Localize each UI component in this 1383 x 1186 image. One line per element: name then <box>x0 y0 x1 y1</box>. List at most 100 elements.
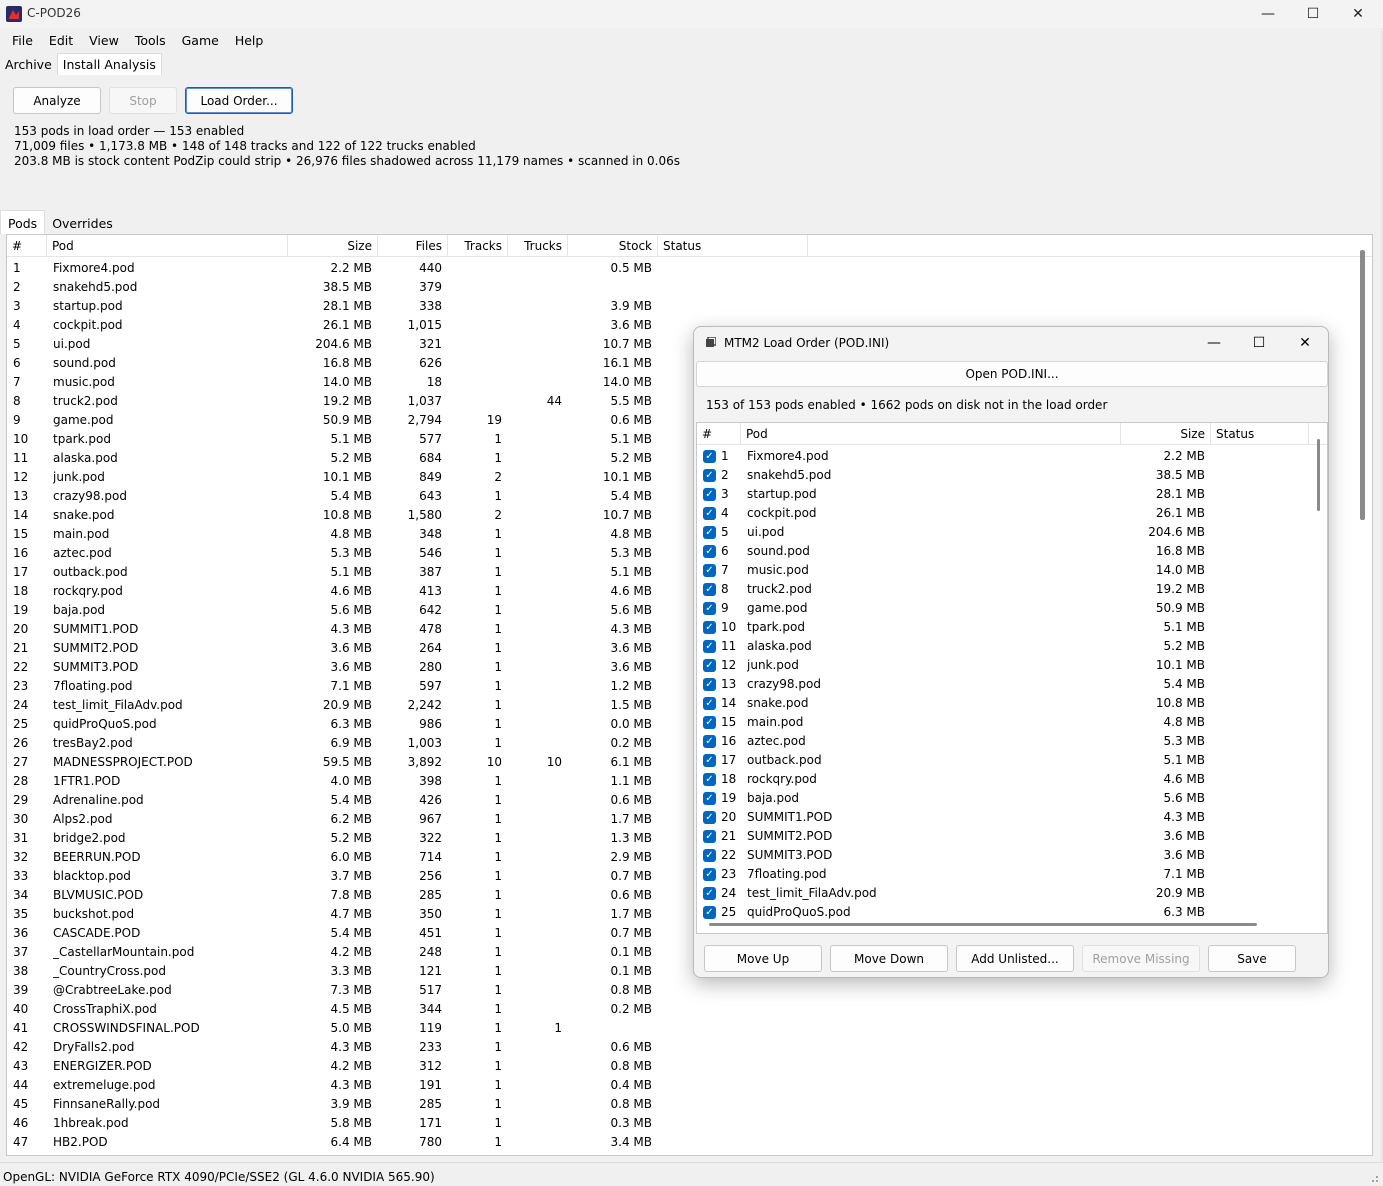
enabled-checkbox[interactable]: ✓ <box>703 507 716 520</box>
enabled-checkbox[interactable]: ✓ <box>703 754 716 767</box>
list-item[interactable]: ✓ 25 quidProQuoS.pod 6.3 MB <box>697 903 1317 922</box>
enabled-checkbox[interactable]: ✓ <box>703 640 716 653</box>
load-order-vscrollbar[interactable] <box>1317 439 1320 511</box>
menu-game[interactable]: Game <box>174 30 227 52</box>
table-row[interactable]: 44 extremeluge.pod 4.3 MB 191 1 0.4 MB <box>7 1076 827 1095</box>
menu-help[interactable]: Help <box>227 30 272 52</box>
table-row[interactable]: 3 startup.pod 28.1 MB 338 3.9 MB <box>7 297 827 316</box>
load-order-button[interactable]: Load Order... <box>185 87 293 114</box>
list-item[interactable]: ✓ 19 baja.pod 5.6 MB <box>697 789 1317 808</box>
list-item[interactable]: ✓ 4 cockpit.pod 26.1 MB <box>697 504 1317 523</box>
list-item[interactable]: ✓ 16 aztec.pod 5.3 MB <box>697 732 1317 751</box>
load-order-hscrollbar[interactable] <box>709 923 1257 926</box>
col-trucks[interactable]: Trucks <box>508 235 568 257</box>
maximize-button[interactable]: ☐ <box>1290 0 1336 28</box>
table-row[interactable]: 39 @CrabtreeLake.pod 7.3 MB 517 1 0.8 MB <box>7 981 827 1000</box>
col-num[interactable]: # <box>697 423 741 445</box>
list-item[interactable]: ✓ 9 game.pod 50.9 MB <box>697 599 1317 618</box>
list-item[interactable]: ✓ 2 snakehd5.pod 38.5 MB <box>697 466 1317 485</box>
list-item[interactable]: ✓ 21 SUMMIT2.POD 3.6 MB <box>697 827 1317 846</box>
dialog-minimize-button[interactable]: — <box>1191 327 1237 359</box>
list-item[interactable]: ✓ 22 SUMMIT3.POD 3.6 MB <box>697 846 1317 865</box>
list-item[interactable]: ✓ 20 SUMMIT1.POD 4.3 MB <box>697 808 1317 827</box>
list-item[interactable]: ✓ 18 rockqry.pod 4.6 MB <box>697 770 1317 789</box>
enabled-checkbox[interactable]: ✓ <box>703 906 716 919</box>
move-up-button[interactable]: Move Up <box>704 945 822 972</box>
tab-overrides[interactable]: Overrides <box>45 212 120 234</box>
enabled-checkbox[interactable]: ✓ <box>703 526 716 539</box>
col-size[interactable]: Size <box>1121 423 1211 445</box>
enabled-checkbox[interactable]: ✓ <box>703 830 716 843</box>
close-button[interactable]: ✕ <box>1335 0 1381 28</box>
enabled-checkbox[interactable]: ✓ <box>703 849 716 862</box>
menu-tools[interactable]: Tools <box>127 30 174 52</box>
enabled-checkbox[interactable]: ✓ <box>703 792 716 805</box>
list-item[interactable]: ✓ 5 ui.pod 204.6 MB <box>697 523 1317 542</box>
list-item[interactable]: ✓ 24 test_limit_FilaAdv.pod 20.9 MB <box>697 884 1317 903</box>
list-item[interactable]: ✓ 14 snake.pod 10.8 MB <box>697 694 1317 713</box>
table-row[interactable]: 47 HB2.POD 6.4 MB 780 1 3.4 MB <box>7 1133 827 1152</box>
enabled-checkbox[interactable]: ✓ <box>703 887 716 900</box>
list-item[interactable]: ✓ 1 Fixmore4.pod 2.2 MB <box>697 447 1317 466</box>
table-row[interactable]: 40 CrossTraphiX.pod 4.5 MB 344 1 0.2 MB <box>7 1000 827 1019</box>
list-item[interactable]: ✓ 7 music.pod 14.0 MB <box>697 561 1317 580</box>
remove-missing-button[interactable]: Remove Missing <box>1082 945 1200 972</box>
enabled-checkbox[interactable]: ✓ <box>703 621 716 634</box>
table-row[interactable]: 43 ENERGIZER.POD 4.2 MB 312 1 0.8 MB <box>7 1057 827 1076</box>
col-stock[interactable]: Stock <box>568 235 658 257</box>
enabled-checkbox[interactable]: ✓ <box>703 716 716 729</box>
list-item[interactable]: ✓ 13 crazy98.pod 5.4 MB <box>697 675 1317 694</box>
list-item[interactable]: ✓ 6 sound.pod 16.8 MB <box>697 542 1317 561</box>
col-pod[interactable]: Pod <box>47 235 288 257</box>
enabled-checkbox[interactable]: ✓ <box>703 773 716 786</box>
list-item[interactable]: ✓ 12 junk.pod 10.1 MB <box>697 656 1317 675</box>
enabled-checkbox[interactable]: ✓ <box>703 450 716 463</box>
list-item[interactable]: ✓ 17 outback.pod 5.1 MB <box>697 751 1317 770</box>
stop-button[interactable]: Stop <box>109 87 177 114</box>
enabled-checkbox[interactable]: ✓ <box>703 602 716 615</box>
list-item[interactable]: ✓ 10 tpark.pod 5.1 MB <box>697 618 1317 637</box>
col-num[interactable]: # <box>7 235 47 257</box>
table-row[interactable]: 45 FinnsaneRally.pod 3.9 MB 285 1 0.8 MB <box>7 1095 827 1114</box>
list-item[interactable]: ✓ 3 startup.pod 28.1 MB <box>697 485 1317 504</box>
pods-table-scrollbar[interactable] <box>1360 250 1365 520</box>
col-tracks[interactable]: Tracks <box>448 235 508 257</box>
save-button[interactable]: Save <box>1208 945 1296 972</box>
enabled-checkbox[interactable]: ✓ <box>703 564 716 577</box>
add-unlisted-button[interactable]: Add Unlisted... <box>956 945 1074 972</box>
analyze-button[interactable]: Analyze <box>13 87 101 114</box>
list-item[interactable]: ✓ 11 alaska.pod 5.2 MB <box>697 637 1317 656</box>
list-item[interactable]: ✓ 15 main.pod 4.8 MB <box>697 713 1317 732</box>
enabled-checkbox[interactable]: ✓ <box>703 545 716 558</box>
table-row[interactable]: 46 1hbreak.pod 5.8 MB 171 1 0.3 MB <box>7 1114 827 1133</box>
col-files[interactable]: Files <box>378 235 448 257</box>
resize-grip-icon[interactable] <box>1369 1173 1379 1183</box>
tab-archive[interactable]: Archive <box>0 53 57 75</box>
enabled-checkbox[interactable]: ✓ <box>703 659 716 672</box>
tab-install-analysis[interactable]: Install Analysis <box>56 53 162 75</box>
minimize-button[interactable]: — <box>1245 0 1291 28</box>
table-row[interactable]: 2 snakehd5.pod 38.5 MB 379 <box>7 278 827 297</box>
open-pod-ini-button[interactable]: Open POD.INI... <box>696 361 1328 387</box>
col-status[interactable]: Status <box>658 235 808 257</box>
dialog-close-button[interactable]: ✕ <box>1282 327 1328 359</box>
list-item[interactable]: ✓ 8 truck2.pod 19.2 MB <box>697 580 1317 599</box>
enabled-checkbox[interactable]: ✓ <box>703 868 716 881</box>
col-status[interactable]: Status <box>1211 423 1309 445</box>
dialog-maximize-button[interactable]: ☐ <box>1236 327 1282 359</box>
enabled-checkbox[interactable]: ✓ <box>703 811 716 824</box>
table-row[interactable]: 1 Fixmore4.pod 2.2 MB 440 0.5 MB <box>7 259 827 278</box>
menu-file[interactable]: File <box>4 30 41 52</box>
enabled-checkbox[interactable]: ✓ <box>703 469 716 482</box>
col-pod[interactable]: Pod <box>741 423 1121 445</box>
tab-pods[interactable]: Pods <box>0 210 46 234</box>
enabled-checkbox[interactable]: ✓ <box>703 735 716 748</box>
enabled-checkbox[interactable]: ✓ <box>703 697 716 710</box>
table-row[interactable]: 41 CROSSWINDSFINAL.POD 5.0 MB 119 1 1 <box>7 1019 827 1038</box>
enabled-checkbox[interactable]: ✓ <box>703 488 716 501</box>
menu-edit[interactable]: Edit <box>41 30 81 52</box>
list-item[interactable]: ✓ 23 7floating.pod 7.1 MB <box>697 865 1317 884</box>
enabled-checkbox[interactable]: ✓ <box>703 583 716 596</box>
enabled-checkbox[interactable]: ✓ <box>703 678 716 691</box>
move-down-button[interactable]: Move Down <box>830 945 948 972</box>
